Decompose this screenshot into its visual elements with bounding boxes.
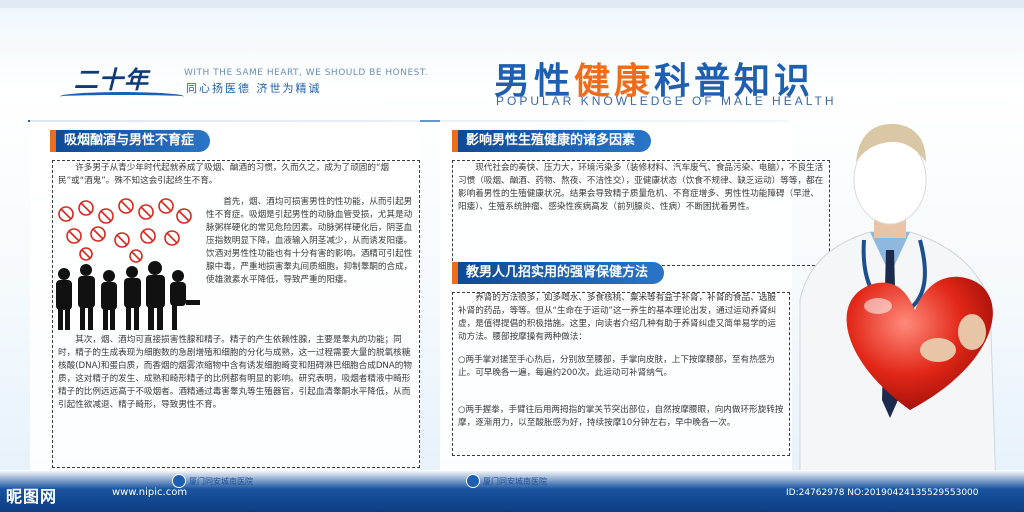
- watermark-url: www.nipic.com: [112, 487, 188, 498]
- left-paragraph-1: 许多男子从青少年时代起就养成了吸烟、酗酒的习惯，久而久之，成为了顽固的“烟民”或…: [58, 163, 390, 186]
- right-footer-label: 厦门同安城南医院: [483, 476, 547, 486]
- left-footer-logo: 厦门同安城南医院: [172, 474, 253, 488]
- left-paragraph-2: 首先，烟、酒均可损害男性的性功能，从而引起男性不育症。吸烟是引起男性的动脉血管受…: [206, 197, 413, 285]
- right-paragraph-2: 养肾的方法很多，如多喝水、多食核桃、粟米等有益于补肾，补肾的食品、选服补肾的药品…: [458, 293, 777, 342]
- watermark-brand: 昵图网: [6, 487, 58, 506]
- logo-title: 二十年: [74, 66, 149, 94]
- people-silhouettes-image: [56, 198, 200, 330]
- logo-slogan-cn: 同心扬医德 济世为精诚: [186, 82, 322, 95]
- right-heading-1-label: 影响男性生殖健康的诸多因素: [458, 130, 652, 152]
- no-smoking-icon: [58, 198, 192, 263]
- left-heading-label: 吸烟酗酒与男性不育症: [56, 130, 211, 152]
- poster-board: 二十年 WITH THE SAME HEART, WE SHOULD BE HO…: [0, 0, 1024, 512]
- watermark-id: ID:24762978 NO:20190424135529553000: [786, 488, 979, 498]
- left-footer-label: 厦门同安城南医院: [189, 476, 253, 486]
- left-paragraph-3: 其次，烟、酒均可直接损害性腺和精子。精子的产生依赖性腺，主要是睾丸的功能；同时，…: [58, 335, 412, 410]
- right-paragraph-4: ○两手握拳，手臂往后用两拇指的掌关节突出部位，自然按摩腰眼，向内做环形旋转按摩，…: [458, 405, 784, 428]
- logo-slogan-en: WITH THE SAME HEART, WE SHOULD BE HONEST…: [184, 68, 429, 78]
- top-strip: [0, 0, 1024, 8]
- right-paragraph-3: ○两手掌对搓至手心热后，分别放至腰部，手掌向皮肤，上下按摩腰部，至有热感为止。可…: [458, 355, 775, 378]
- right-heading-2-label: 教男人几招实用的强肾保健方法: [458, 262, 665, 284]
- hospital-logo-icon: [172, 474, 186, 488]
- doctor-holding-heart-image: [799, 123, 997, 490]
- hospital-logo-icon: [466, 474, 480, 488]
- right-footer-logo: 厦门同安城南医院: [466, 474, 547, 488]
- right-section-heading-1: 影响男性生殖健康的诸多因素: [452, 130, 652, 152]
- left-section-heading: 吸烟酗酒与男性不育症: [50, 130, 211, 152]
- right-section-heading-2: 教男人几招实用的强肾保健方法: [452, 262, 665, 284]
